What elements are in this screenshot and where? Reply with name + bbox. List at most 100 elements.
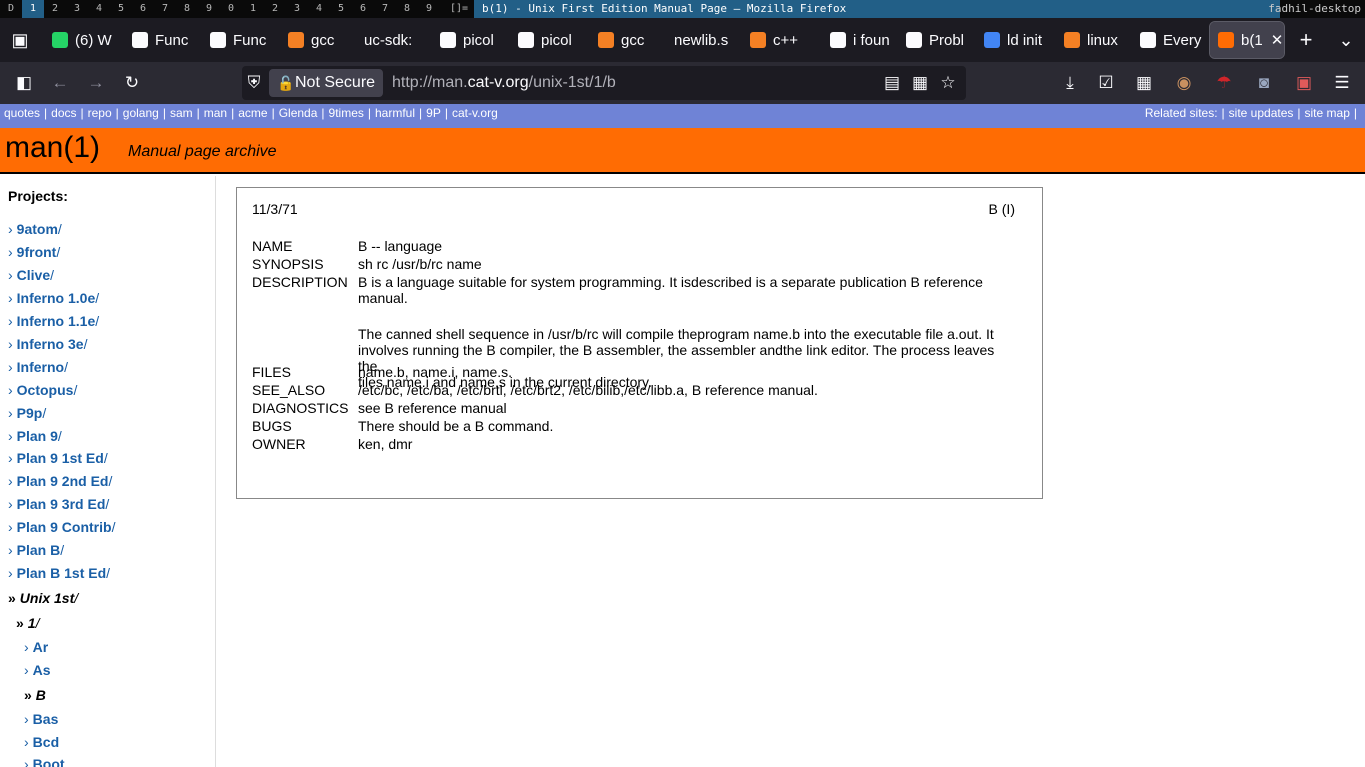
- browser-tab[interactable]: b(1 ✕: [1209, 21, 1285, 59]
- workspace-17[interactable]: 7: [374, 0, 396, 18]
- workspace-8[interactable]: 8: [176, 0, 198, 18]
- workspace-11[interactable]: 1: [242, 0, 264, 18]
- extension-document-icon[interactable]: ▣: [1292, 71, 1316, 95]
- downloads-icon[interactable]: ⤓: [1058, 71, 1082, 95]
- sidebar-item[interactable]: › Bas: [24, 711, 58, 727]
- workspace-15[interactable]: 5: [330, 0, 352, 18]
- browser-tab[interactable]: gcc: [288, 22, 358, 58]
- sidebar-item[interactable]: › Octopus/: [8, 382, 77, 398]
- sidebar-item[interactable]: › Plan 9 1st Ed/: [8, 450, 108, 466]
- tracking-shield-icon[interactable]: ⛨: [242, 71, 266, 95]
- workspace-3[interactable]: 3: [66, 0, 88, 18]
- sidebar-item[interactable]: › Plan B 1st Ed/: [8, 565, 110, 581]
- sidebar-item[interactable]: › Boot: [24, 756, 65, 767]
- sidebar-item[interactable]: › Plan 9 3rd Ed/: [8, 496, 109, 512]
- sidebar-item[interactable]: › 9atom/: [8, 221, 62, 237]
- workspace-9[interactable]: 9: [198, 0, 220, 18]
- url-text[interactable]: http://man.cat-v.org/unix-1st/1/b: [392, 66, 616, 100]
- browser-tab[interactable]: Func: [210, 22, 280, 58]
- site-link[interactable]: acme: [238, 106, 267, 120]
- sidebar-item[interactable]: › Bcd: [24, 734, 59, 750]
- browser-tab[interactable]: picol: [440, 22, 510, 58]
- url-bar[interactable]: ⛨ 🔓 Not Secure http://man.cat-v.org/unix…: [242, 66, 966, 100]
- workspace-1[interactable]: 1: [22, 0, 44, 18]
- site-link[interactable]: 9times: [329, 106, 364, 120]
- app-menu-hamburger-icon[interactable]: ☰: [1330, 71, 1354, 95]
- extensions-icon[interactable]: ☑: [1094, 71, 1118, 95]
- tab-manager-icon[interactable]: ▣: [8, 28, 32, 52]
- reload-icon[interactable]: ↻: [120, 71, 144, 95]
- site-link[interactable]: man: [204, 106, 227, 120]
- sidebar-item[interactable]: › 9front/: [8, 244, 60, 260]
- sidebar-item[interactable]: › Plan 9 2nd Ed/: [8, 473, 112, 489]
- sidebar-item[interactable]: › Plan 9/: [8, 428, 62, 444]
- sidebar-item[interactable]: › Clive/: [8, 267, 54, 283]
- sidebar-item[interactable]: › Inferno 1.1e/: [8, 313, 99, 329]
- extension-glasses-icon[interactable]: ◙: [1252, 71, 1276, 95]
- workspace-7[interactable]: 7: [154, 0, 176, 18]
- workspace-13[interactable]: 3: [286, 0, 308, 18]
- browser-tab[interactable]: (6) W: [52, 22, 122, 58]
- browser-tab[interactable]: gcc: [598, 22, 668, 58]
- sidebar-item[interactable]: » B: [24, 687, 46, 703]
- workspace-18[interactable]: 8: [396, 0, 418, 18]
- sidebar-item-label: Inferno 1.1e: [16, 313, 96, 329]
- browser-tab[interactable]: picol: [518, 22, 588, 58]
- site-link[interactable]: repo: [88, 106, 112, 120]
- site-link[interactable]: golang: [123, 106, 159, 120]
- sidebar-toggle-icon[interactable]: ◧: [12, 71, 36, 95]
- workspace-12[interactable]: 2: [264, 0, 286, 18]
- sidebar-item[interactable]: › Ar: [24, 639, 48, 655]
- grid-extension-icon[interactable]: ▦: [1132, 71, 1156, 95]
- workspace-5[interactable]: 5: [110, 0, 132, 18]
- qr-code-icon[interactable]: ▦: [908, 71, 932, 95]
- sidebar-item[interactable]: » Unix 1st/: [8, 590, 78, 606]
- browser-tab[interactable]: c++: [750, 22, 820, 58]
- sidebar-item[interactable]: › As: [24, 662, 51, 678]
- wm-layout[interactable]: []=: [446, 0, 472, 18]
- workspace-19[interactable]: 9: [418, 0, 440, 18]
- browser-tab[interactable]: Every: [1140, 22, 1210, 58]
- sidebar-item[interactable]: › Inferno/: [8, 359, 68, 375]
- workspace-10[interactable]: 0: [220, 0, 242, 18]
- bookmark-star-icon[interactable]: ☆: [936, 71, 960, 95]
- ublock-origin-icon[interactable]: ☂: [1212, 71, 1236, 95]
- forward-arrow-icon[interactable]: →: [84, 71, 108, 95]
- site-link[interactable]: 9P: [426, 106, 441, 120]
- list-all-tabs-chevron-icon[interactable]: ⌄: [1334, 28, 1358, 52]
- reader-view-icon[interactable]: ▤: [880, 71, 904, 95]
- site-map-link[interactable]: site map: [1305, 106, 1350, 120]
- extension-face-icon[interactable]: ◉: [1172, 71, 1196, 95]
- browser-tab[interactable]: ld init: [984, 22, 1054, 58]
- browser-tab[interactable]: Probl: [906, 22, 976, 58]
- new-tab-plus-icon[interactable]: +: [1294, 28, 1318, 52]
- close-tab-icon[interactable]: ✕: [1271, 31, 1284, 49]
- not-secure-badge[interactable]: 🔓 Not Secure: [269, 69, 384, 97]
- sidebar-item[interactable]: › Plan B/: [8, 542, 64, 558]
- site-link[interactable]: sam: [170, 106, 193, 120]
- browser-tab[interactable]: Func: [132, 22, 202, 58]
- workspace-4[interactable]: 4: [88, 0, 110, 18]
- browser-tab[interactable]: uc-sdk:: [364, 22, 434, 58]
- workspace-6[interactable]: 6: [132, 0, 154, 18]
- workspace-16[interactable]: 6: [352, 0, 374, 18]
- site-link[interactable]: docs: [51, 106, 76, 120]
- browser-tab[interactable]: linux: [1064, 22, 1134, 58]
- sidebar-item[interactable]: › Plan 9 Contrib/: [8, 519, 115, 535]
- site-link[interactable]: cat-v.org: [452, 106, 498, 120]
- sidebar-item[interactable]: › Inferno 1.0e/: [8, 290, 99, 306]
- site-title[interactable]: man(1): [5, 130, 100, 166]
- sidebar-item[interactable]: › Inferno 3e/: [8, 336, 87, 352]
- site-updates-link[interactable]: site updates: [1229, 106, 1294, 120]
- site-link[interactable]: harmful: [375, 106, 415, 120]
- insecure-lock-icon: 🔓: [277, 75, 295, 91]
- sidebar-item[interactable]: › P9p/: [8, 405, 46, 421]
- site-link[interactable]: quotes: [4, 106, 40, 120]
- site-link[interactable]: Glenda: [279, 106, 318, 120]
- back-arrow-icon[interactable]: ←: [48, 71, 72, 95]
- workspace-14[interactable]: 4: [308, 0, 330, 18]
- browser-tab[interactable]: i foun: [830, 22, 900, 58]
- workspace-2[interactable]: 2: [44, 0, 66, 18]
- sidebar-item[interactable]: » 1/: [16, 615, 39, 631]
- browser-tab[interactable]: newlib.s: [674, 22, 744, 58]
